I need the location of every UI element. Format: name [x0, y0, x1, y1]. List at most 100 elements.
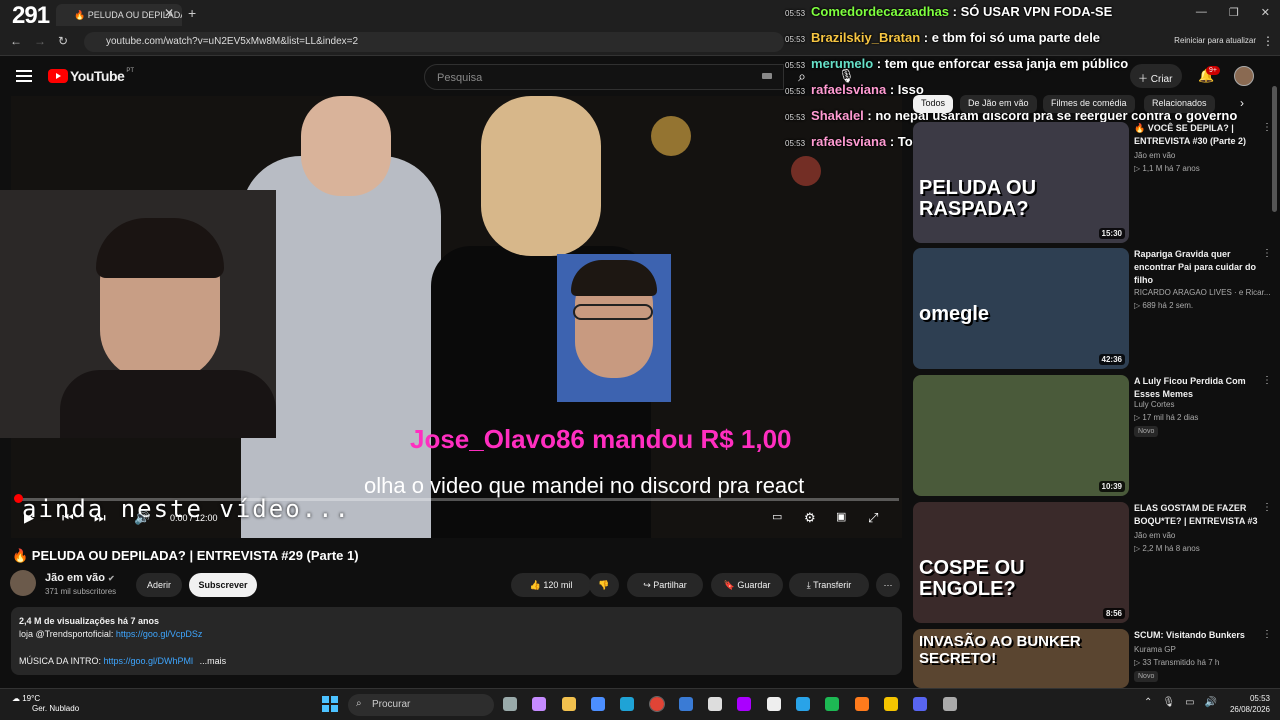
music-link[interactable]: https://goo.gl/DWhPMl: [104, 656, 194, 666]
url-field[interactable]: youtube.com/watch?v=uN2EV5xMw8M&list=LL&…: [84, 32, 784, 52]
chip-2[interactable]: Filmes de comédia: [1043, 95, 1135, 113]
video-channel[interactable]: RICARDO ARAGAO LIVES · e Ricar...: [1134, 288, 1270, 297]
keyboard-icon[interactable]: [762, 73, 772, 79]
share-button[interactable]: ↪ Partilhar: [627, 573, 703, 597]
app-icon[interactable]: [737, 697, 752, 711]
like-button[interactable]: 👍 120 mil: [511, 573, 591, 597]
discord-icon[interactable]: [913, 697, 928, 711]
video-title[interactable]: ELAS GOSTAM DE FAZER BOQU*TE? | ENTREVIS…: [1134, 502, 1264, 528]
chip-1[interactable]: De Jão em vão: [960, 95, 1037, 113]
close-window-icon[interactable]: ✕: [1261, 6, 1270, 19]
tray-chevron-icon[interactable]: ⌃: [1144, 697, 1152, 708]
mail-icon[interactable]: [678, 697, 693, 711]
create-button[interactable]: ＋ Criar: [1130, 64, 1182, 88]
verified-icon: ✔: [107, 574, 115, 583]
chat-user: merumelo: [811, 56, 874, 71]
video-menu-icon[interactable]: ⋮: [1262, 502, 1272, 513]
subscribe-button[interactable]: Subscrever: [189, 573, 257, 597]
account-avatar[interactable]: [1234, 66, 1254, 86]
back-icon[interactable]: ←: [10, 34, 22, 48]
network-icon[interactable]: ▭: [1185, 697, 1194, 708]
video-channel[interactable]: Kurama GP: [1134, 645, 1176, 654]
video-menu-icon[interactable]: ⋮: [1262, 122, 1272, 133]
description-line-2: MÚSICA DA INTRO: https://goo.gl/DWhPMl .…: [19, 656, 226, 666]
sidebar-scrollbar[interactable]: [1272, 86, 1277, 212]
join-button[interactable]: Aderir: [136, 573, 182, 597]
youtube-logo[interactable]: YouTube PT: [48, 68, 134, 84]
video-progress-bar[interactable]: [17, 498, 899, 501]
video-title[interactable]: 🔥 VOCÊ SE DEPILA? | ENTREVISTA #30 (Part…: [1134, 122, 1264, 148]
warning-icon[interactable]: [883, 697, 898, 711]
channel-name[interactable]: Jão em vão ✔: [45, 572, 115, 584]
tab-close-icon[interactable]: ✕: [164, 6, 174, 20]
video-menu-icon[interactable]: ⋮: [1262, 375, 1272, 386]
hamburger-menu-icon[interactable]: [16, 70, 32, 82]
save-button[interactable]: 🔖 Guardar: [711, 573, 783, 597]
store-icon[interactable]: [590, 697, 605, 711]
video-channel[interactable]: Jão em vão: [1134, 151, 1175, 160]
taskbar-search[interactable]: Procurar: [348, 694, 494, 716]
task-view-icon[interactable]: [503, 697, 517, 711]
video-thumbnail[interactable]: omegle 42:36: [913, 248, 1129, 369]
play-icon[interactable]: ▶: [24, 510, 34, 526]
video-thumbnail[interactable]: PELUDA OU RASPADA? 15:30: [913, 122, 1129, 243]
theater-mode-icon[interactable]: ▣: [836, 510, 846, 523]
chip-0[interactable]: Todos: [913, 95, 954, 113]
show-more-link[interactable]: ...mais: [200, 656, 227, 666]
search-input[interactable]: Pesquisa: [424, 64, 784, 90]
obs-icon[interactable]: [708, 697, 723, 711]
chip-3[interactable]: Relacionados: [1144, 95, 1215, 113]
forward-icon[interactable]: →: [34, 34, 46, 48]
video-title[interactable]: Rapariga Gravida quer encontrar Pai para…: [1134, 248, 1264, 287]
app-icon[interactable]: [796, 697, 810, 711]
volume-tray-icon[interactable]: 🔊: [1205, 697, 1217, 708]
browser-menu-icon[interactable]: ⋮: [1262, 34, 1274, 48]
restart-to-update-button[interactable]: Reiniciar para atualizar: [1174, 36, 1256, 45]
channel-avatar[interactable]: [10, 570, 36, 596]
video-channel[interactable]: Luly Cortes: [1134, 400, 1174, 409]
minimize-icon[interactable]: —: [1196, 6, 1207, 19]
chrome-icon[interactable]: [648, 696, 665, 712]
capcut-icon[interactable]: [766, 697, 781, 711]
maximize-icon[interactable]: ❐: [1229, 6, 1239, 19]
chat-time: 05:53: [785, 9, 806, 18]
app-icon[interactable]: [942, 697, 957, 711]
subtitles-icon[interactable]: ▭: [772, 510, 782, 523]
next-icon[interactable]: ⏭: [94, 510, 106, 526]
chat-time: 05:53: [785, 139, 806, 148]
video-menu-icon[interactable]: ⋮: [1262, 629, 1272, 640]
settings-gear-icon[interactable]: ⚙: [804, 510, 816, 526]
new-badge: Novo: [1134, 671, 1159, 682]
volume-icon[interactable]: 🔊: [134, 510, 150, 526]
thumbnail-text: INVASÃO AO BUNKER SECRETO!: [919, 633, 1081, 667]
chat-message: 05:53 rafaelsviana : Isso: [785, 82, 924, 97]
chips-next-icon[interactable]: ›: [1240, 96, 1244, 110]
firefox-icon[interactable]: [854, 697, 869, 711]
video-title[interactable]: A Luly Ficou Perdida Com Esses Memes: [1134, 375, 1264, 401]
video-thumbnail[interactable]: 10:39: [913, 375, 1129, 496]
create-label: Criar: [1150, 74, 1173, 85]
more-actions-icon[interactable]: ⋯: [876, 573, 900, 597]
previous-icon[interactable]: ⏮: [62, 510, 74, 526]
weather-widget[interactable]: ☁ 19°C Ger. Nublado: [12, 694, 79, 714]
video-menu-icon[interactable]: ⋮: [1262, 248, 1272, 259]
video-title[interactable]: SCUM: Visitando Bunkers: [1134, 629, 1264, 642]
video-thumbnail[interactable]: COSPE OU ENGOLE? 8:56: [913, 502, 1129, 623]
mic-tray-icon[interactable]: 🎙: [1162, 697, 1175, 708]
download-button[interactable]: ⤓ Transferir: [789, 573, 869, 597]
store-link[interactable]: https://goo.gl/VcpDSz: [116, 629, 203, 639]
dislike-button[interactable]: 👎: [589, 573, 619, 597]
new-tab-icon[interactable]: +: [188, 5, 196, 21]
start-menu-icon[interactable]: [322, 696, 338, 712]
fullscreen-icon[interactable]: ⤢: [868, 510, 878, 526]
file-explorer-icon[interactable]: [561, 697, 576, 711]
copilot-icon[interactable]: [532, 697, 547, 711]
chat-text: SÓ USAR VPN FODA-SE: [960, 4, 1113, 19]
progress-scrubber[interactable]: [14, 494, 23, 503]
clock[interactable]: 05:53 26/08/2026: [1222, 693, 1270, 715]
video-thumbnail[interactable]: INVASÃO AO BUNKER SECRETO!: [913, 629, 1129, 688]
edge-icon[interactable]: [620, 697, 635, 711]
reload-icon[interactable]: ↻: [58, 34, 68, 48]
spotify-icon[interactable]: [825, 697, 840, 711]
video-channel[interactable]: Jão em vão: [1134, 531, 1175, 540]
